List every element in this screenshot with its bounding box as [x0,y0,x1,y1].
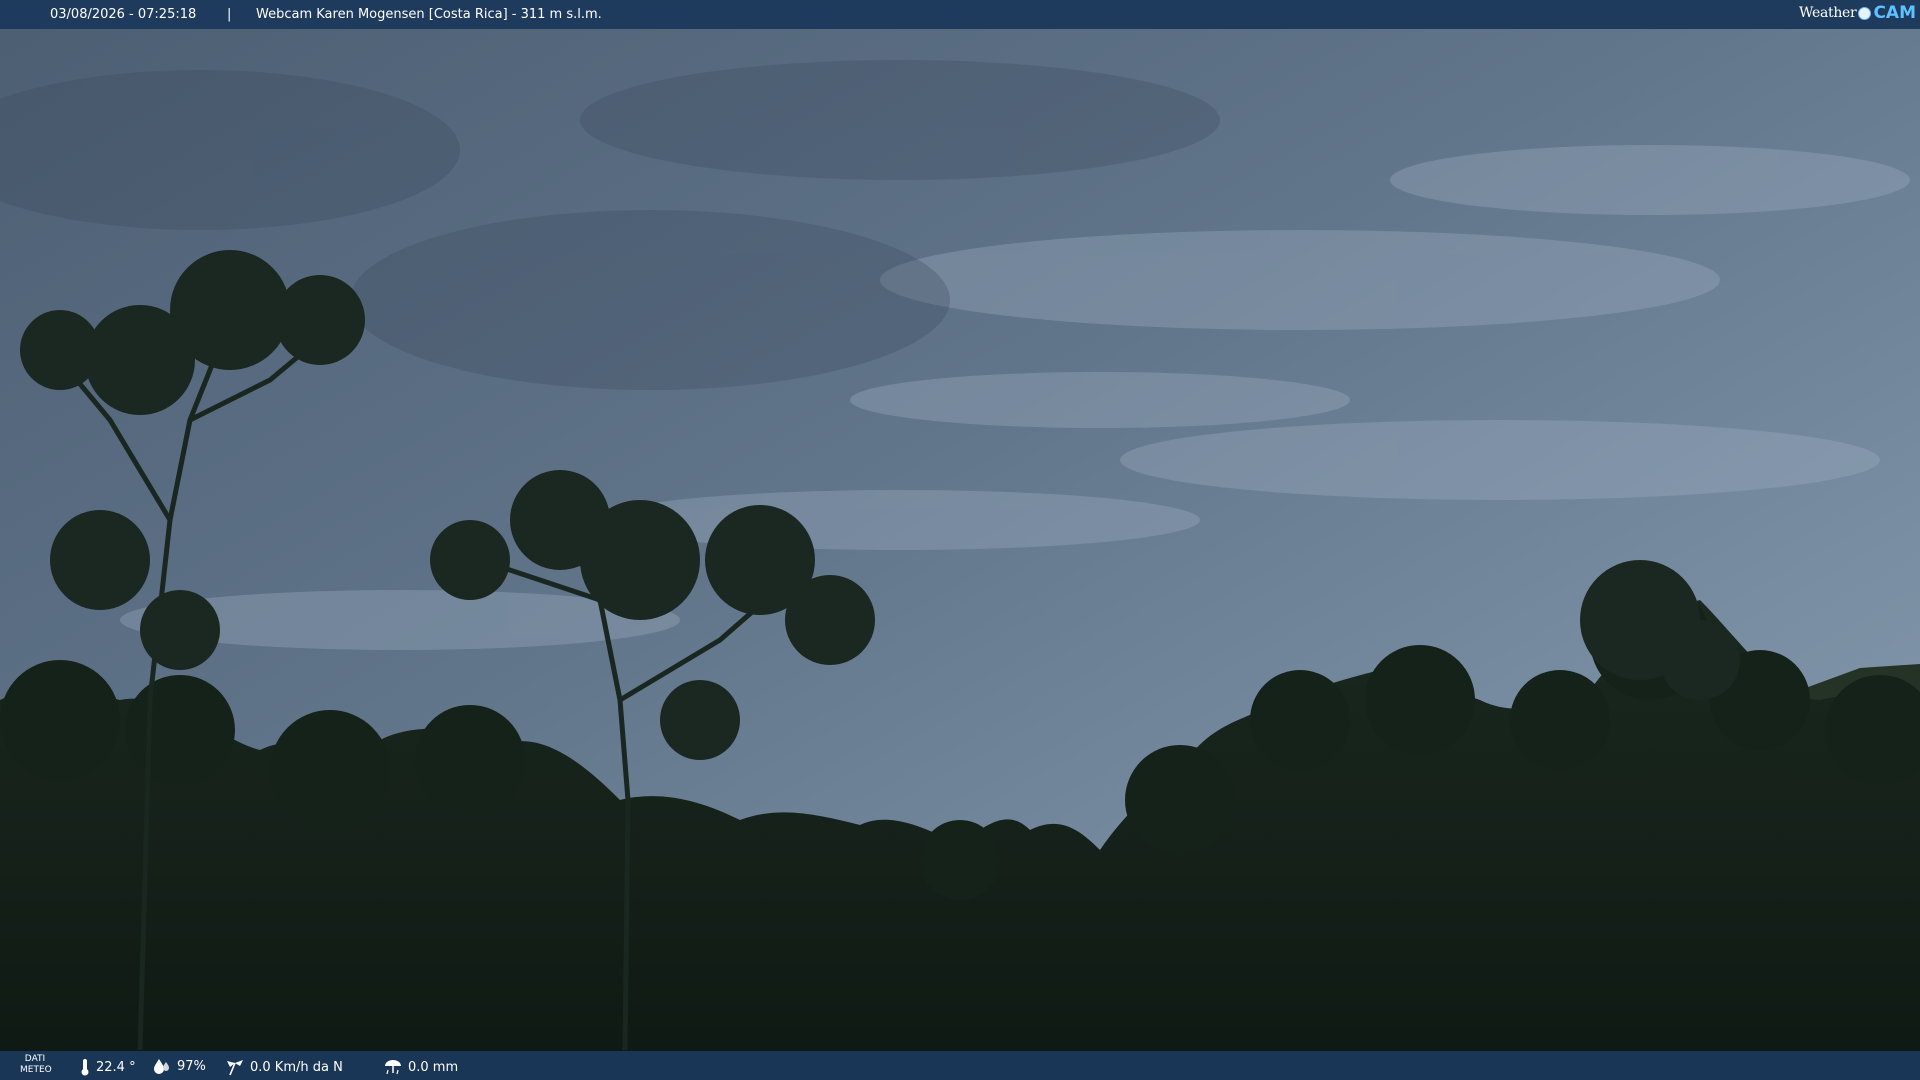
wind-icon [227,1060,243,1076]
rain-reading: 0.0 mm [384,1058,458,1076]
dati-label-line2: METEO [20,1065,52,1075]
brand-text-weather: Weather [1799,5,1857,21]
wind-value: 0.0 Km/h da N [250,1059,343,1075]
brand-globe-icon [1858,6,1872,20]
temperature-value: 22.4 ° [96,1059,136,1075]
webcam-title: Webcam Karen Mogensen [Costa Rica] - 311… [256,7,602,22]
humidity-value: 97% [177,1058,206,1074]
weather-data-bar: DATI METEO 22.4 ° 97% 0.0 Km/h da N 0.0 … [0,1051,1920,1080]
humidity-icon [154,1059,169,1074]
wind-reading: 0.0 Km/h da N [226,1058,343,1076]
thermometer-icon [81,1059,89,1076]
separator: | [227,7,232,22]
timestamp: 03/08/2026 - 07:25:18 [50,7,197,22]
brand-text-cam: CAM [1873,3,1916,23]
webcam-image [0,0,1920,1080]
temperature-reading: 22.4 ° [80,1058,136,1076]
dati-meteo-label: DATI METEO [20,1054,52,1076]
weathercam-logo-icon: Weather CAM [1799,3,1916,23]
humidity-reading: 97% [153,1058,206,1074]
top-info-bar: 03/08/2026 - 07:25:18 | Webcam Karen Mog… [0,0,1920,29]
dati-label-line1: DATI [24,1054,46,1064]
rain-value: 0.0 mm [408,1059,459,1075]
rain-icon [385,1060,401,1075]
